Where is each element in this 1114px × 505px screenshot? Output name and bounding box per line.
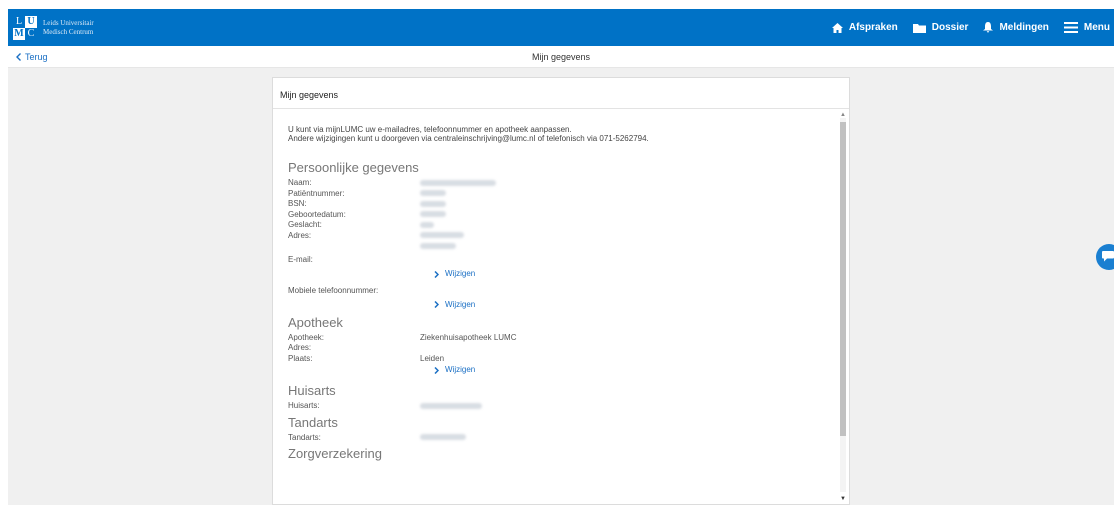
scroll-down-arrow-icon[interactable]: ▼ [840, 496, 846, 502]
field-row: Adres: [288, 231, 837, 252]
card-title: Mijn gegevens [273, 78, 849, 109]
main-nav: Afspraken Dossier Meldingen Menu [817, 9, 1110, 46]
logo-letter: M [13, 27, 25, 40]
field-label: Mobiele telefoonnummer: [288, 286, 379, 295]
field-label: Adres: [288, 230, 312, 240]
field-label: Patiëntnummer: [288, 188, 345, 198]
hamburger-icon [1063, 22, 1078, 33]
details-card: Mijn gegevens U kunt via mijnLUMC uw e-m… [272, 77, 850, 505]
field-value-redacted [420, 189, 837, 200]
top-navigation-bar: L U M C Leids Universitair Medisch Centr… [8, 9, 1114, 46]
link-label: Wijzigen [445, 365, 476, 374]
field-label: Apotheek: [288, 332, 325, 342]
field-label: BSN: [288, 199, 307, 208]
field-value-redacted [420, 231, 837, 252]
field-row: Apotheek: Ziekenhuisapotheek LUMC [288, 333, 837, 344]
section-gp-title: Huisarts [288, 383, 336, 398]
field-label: Huisarts: [288, 401, 320, 410]
chevron-right-icon [434, 270, 439, 278]
scrollbar[interactable]: ▲ ▼ [839, 112, 847, 502]
field-row: Naam: [288, 178, 837, 189]
sub-header: Terug Mijn gegevens [8, 46, 1114, 68]
chevron-right-icon [434, 301, 439, 308]
field-value-redacted [420, 178, 837, 189]
chat-bubble-icon [1102, 251, 1114, 262]
field-label: Naam: [288, 178, 312, 187]
field-row: Geslacht: [288, 220, 837, 231]
bell-icon [983, 22, 994, 33]
edit-email-link[interactable]: Wijzigen [434, 268, 837, 280]
page-title: Mijn gegevens [531, 52, 591, 62]
field-row: BSN: [288, 199, 837, 210]
field-row: Plaats: Leiden [288, 354, 837, 365]
lumc-logo[interactable]: L U M C Leids Universitair Medisch Centr… [13, 15, 94, 40]
field-value: Ziekenhuisapotheek LUMC [420, 332, 517, 342]
field-row: Mobiele telefoonnummer: [288, 286, 837, 297]
nav-label: Dossier [931, 22, 969, 33]
field-value-redacted [420, 199, 837, 210]
logo-name-line2: Medisch Centrum [43, 27, 94, 36]
field-row: E-mail: [288, 255, 837, 266]
scroll-up-arrow-icon[interactable]: ▲ [840, 112, 846, 118]
section-personal-title: Persoonlijke gegevens [288, 160, 419, 175]
field-label: Plaats: [288, 353, 313, 363]
field-label: Geboortedatum: [288, 209, 346, 219]
field-label: Geslacht: [288, 220, 322, 229]
nav-menu[interactable]: Menu [1063, 22, 1110, 33]
field-value: Leiden [420, 353, 445, 363]
section-dentist-title: Tandarts [288, 414, 338, 430]
intro-line: Andere wijzigingen kunt u doorgeven via … [288, 134, 649, 143]
intro-line: U kunt via mijnLUMC uw e-mailadres, tele… [288, 125, 572, 134]
logo-text: Leids Universitair Medisch Centrum [43, 19, 94, 37]
field-value-redacted [420, 210, 837, 221]
logo-name-line1: Leids Universitair [43, 18, 94, 27]
field-label: Adres: [288, 343, 312, 352]
field-row: Huisarts: [288, 401, 837, 412]
folder-icon [912, 23, 926, 33]
logo-mark: L U M C [13, 15, 37, 40]
intro-text: U kunt via mijnLUMC uw e-mailadres, tele… [288, 125, 837, 143]
field-row: Geboortedatum: [288, 210, 837, 221]
field-label: E-mail: [288, 254, 313, 264]
field-value-redacted [420, 401, 837, 412]
logo-letter: C [27, 27, 35, 39]
chevron-right-icon [434, 366, 439, 374]
link-label: Wijzigen [445, 269, 476, 278]
field-row: Adres: [288, 343, 837, 354]
nav-meldingen[interactable]: Meldingen [983, 22, 1049, 33]
nav-dossier[interactable]: Dossier [912, 22, 969, 33]
logo-letter: U [25, 15, 37, 28]
field-value-redacted [420, 433, 837, 444]
content-area: Mijn gegevens U kunt via mijnLUMC uw e-m… [8, 68, 1114, 505]
home-icon [831, 22, 843, 33]
nav-label: Meldingen [999, 22, 1049, 33]
card-body[interactable]: U kunt via mijnLUMC uw e-mailadres, tele… [273, 110, 837, 504]
nav-afspraken[interactable]: Afspraken [831, 22, 898, 33]
link-label: Wijzigen [445, 299, 476, 309]
field-row: Patiëntnummer: [288, 189, 837, 200]
scrollbar-thumb[interactable] [840, 122, 846, 436]
section-insurance-title: Zorgverzekering [288, 446, 382, 461]
logo-letter: L [15, 15, 23, 27]
field-value [420, 343, 837, 354]
nav-label: Menu [1083, 22, 1110, 33]
edit-phone-link[interactable]: Wijzigen [434, 299, 837, 311]
field-row: Tandarts: [288, 433, 837, 444]
field-value-redacted [420, 220, 837, 231]
section-pharmacy-title: Apotheek [288, 314, 343, 330]
edit-pharmacy-link[interactable]: Wijzigen [434, 364, 837, 376]
nav-label: Afspraken [848, 22, 898, 33]
field-label: Tandarts: [288, 432, 321, 442]
